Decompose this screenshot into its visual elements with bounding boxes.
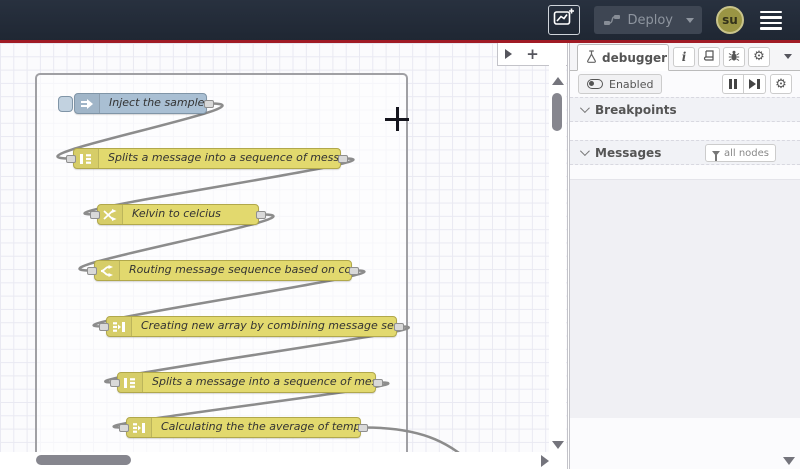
messages-section-header[interactable]: Messages all nodes xyxy=(570,140,800,165)
gear-icon: ⚙ xyxy=(753,49,765,64)
gear-icon: ⚙ xyxy=(775,76,787,92)
output-port[interactable] xyxy=(204,99,214,108)
flow-node-join[interactable]: Creating new array by combining message … xyxy=(99,316,404,337)
node-label: Kelvin to celcius xyxy=(132,207,221,220)
messages-empty-list xyxy=(570,179,800,418)
pause-button[interactable] xyxy=(722,74,744,94)
sidebar-tabbar: debugger i ⚙ xyxy=(570,43,800,71)
input-port[interactable] xyxy=(119,423,129,432)
output-port[interactable] xyxy=(373,378,383,387)
output-port[interactable] xyxy=(338,154,348,163)
input-port[interactable] xyxy=(99,322,109,331)
breakpoints-section-header[interactable]: Breakpoints xyxy=(570,97,800,122)
toggle-icon xyxy=(587,79,603,89)
flask-icon xyxy=(586,48,597,67)
deploy-button[interactable]: Deploy xyxy=(594,6,702,34)
join-icon xyxy=(127,418,152,437)
step-icon xyxy=(749,79,760,89)
inject-trigger-button[interactable] xyxy=(58,95,73,112)
deploy-options-chevron-icon[interactable] xyxy=(686,17,694,23)
filter-label: all nodes xyxy=(723,147,769,159)
tab-debugger[interactable]: debugger xyxy=(577,44,669,71)
node-label: Splits a message into a sequence of mess… xyxy=(108,151,340,164)
book-icon xyxy=(703,47,715,66)
config-tab-button[interactable]: ⚙ xyxy=(748,46,770,67)
add-flow-icon[interactable]: + xyxy=(526,47,539,62)
deploy-nodes-icon xyxy=(604,11,621,30)
flow-canvas[interactable]: Inject the sample data Splits a message i… xyxy=(0,43,568,469)
node-label: Routing message sequence based on condit… xyxy=(129,263,351,276)
tab-debugger-label: debugger xyxy=(602,50,668,65)
scroll-right-icon[interactable] xyxy=(541,455,549,467)
input-port[interactable] xyxy=(110,378,120,387)
message-filter-button[interactable]: all nodes xyxy=(704,144,776,162)
flow-node-inject[interactable]: Inject the sample data xyxy=(58,93,214,114)
flow-node-split[interactable]: Splits a message into a sequence of mess… xyxy=(66,148,348,169)
split-icon xyxy=(74,149,99,168)
user-avatar[interactable]: su xyxy=(716,6,744,34)
input-port[interactable] xyxy=(90,210,100,219)
step-button[interactable] xyxy=(744,74,766,94)
inject-arrow-icon xyxy=(75,94,100,113)
sidebar-tab-buttons: i ⚙ xyxy=(673,46,770,67)
filter-icon xyxy=(711,150,720,161)
debugger-enabled-toggle[interactable]: Enabled xyxy=(578,74,663,94)
scroll-down-icon[interactable] xyxy=(552,441,564,449)
messages-title: Messages xyxy=(595,145,662,160)
main-menu-icon[interactable] xyxy=(758,7,784,34)
horizontal-scroll-thumb[interactable] xyxy=(36,455,131,465)
sidebar: debugger i ⚙ Enabled ⚙ Breakpoints Messa… xyxy=(569,43,800,469)
collapse-chevron-icon[interactable] xyxy=(579,103,590,114)
info-tab-button[interactable]: i xyxy=(673,46,695,67)
scroll-tabs-right-icon[interactable] xyxy=(505,49,513,59)
node-label: Creating new array by combining message … xyxy=(141,319,396,332)
switch-icon xyxy=(95,261,120,280)
breakpoints-empty-list xyxy=(570,122,800,140)
debug-tab-button[interactable] xyxy=(723,46,745,67)
node-label: Splits a message into a sequence of mess… xyxy=(152,375,375,388)
input-port[interactable] xyxy=(66,154,76,163)
output-port[interactable] xyxy=(394,322,404,331)
join-icon xyxy=(107,317,132,336)
flow-sparkle-icon xyxy=(553,8,575,32)
header: Deploy su xyxy=(0,0,800,43)
flow-node-change[interactable]: Kelvin to celcius xyxy=(90,204,266,225)
input-port[interactable] xyxy=(87,266,97,275)
node-label: Calculating the the average of temperatu… xyxy=(161,420,360,433)
bug-icon xyxy=(728,47,740,66)
split-icon xyxy=(118,373,143,392)
output-port[interactable] xyxy=(256,210,266,219)
workspace-assistant-button[interactable] xyxy=(548,5,581,35)
node-label: Inject the sample data xyxy=(109,96,206,109)
scroll-up-icon[interactable] xyxy=(552,77,564,85)
debugger-settings-button[interactable]: ⚙ xyxy=(770,74,792,94)
debugger-step-controls xyxy=(722,74,766,94)
sidebar-scroll-down-icon[interactable] xyxy=(783,457,795,465)
flow-node-switch[interactable]: Routing message sequence based on condit… xyxy=(87,260,359,281)
debugger-toolbar: Enabled ⚙ xyxy=(570,71,800,97)
help-tab-button[interactable] xyxy=(698,46,720,67)
flow-node-join[interactable]: Calculating the the average of temperatu… xyxy=(119,417,368,438)
enabled-label: Enabled xyxy=(609,77,654,91)
deploy-label: Deploy xyxy=(627,12,673,28)
sidebar-tabs-overflow-icon[interactable] xyxy=(784,54,792,59)
collapse-chevron-icon[interactable] xyxy=(579,146,590,157)
canvas-vertical-scrollbar[interactable] xyxy=(549,43,566,452)
breakpoints-title: Breakpoints xyxy=(595,102,677,117)
output-port[interactable] xyxy=(349,266,359,275)
info-icon: i xyxy=(681,49,687,64)
canvas-horizontal-scrollbar[interactable] xyxy=(0,452,567,469)
flow-node-split[interactable]: Splits a message into a sequence of mess… xyxy=(110,372,383,393)
debugger-panel: Breakpoints Messages all nodes xyxy=(570,97,800,469)
vertical-scroll-thumb[interactable] xyxy=(552,93,562,131)
change-icon xyxy=(98,205,123,224)
pause-icon xyxy=(729,79,737,89)
node-red-app: Deploy su Inject the sample data Splits a… xyxy=(0,0,800,469)
output-port[interactable] xyxy=(358,423,368,432)
